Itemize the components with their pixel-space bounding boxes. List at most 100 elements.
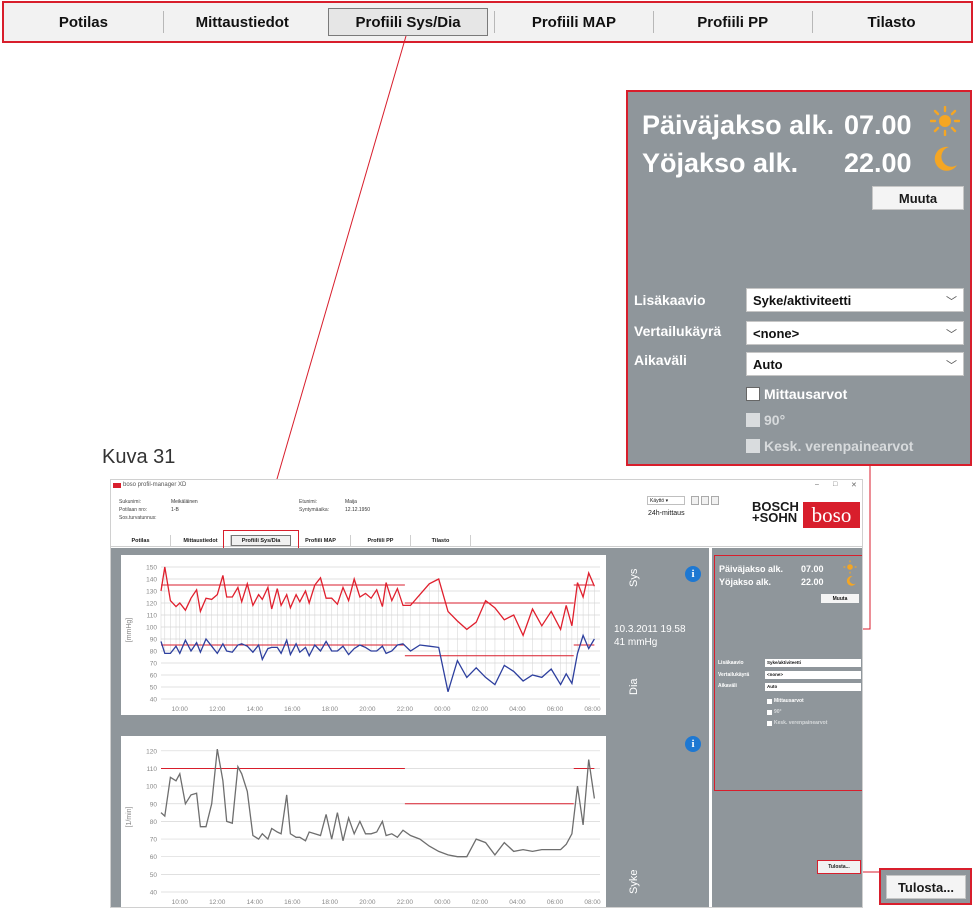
change-button[interactable]: Muuta (872, 186, 964, 210)
zoomed-print-callout: Tulosta... (879, 868, 972, 905)
print-button[interactable]: Tulosta... (886, 875, 966, 899)
extra-chart-label: Lisäkaavio (634, 292, 706, 308)
y-tick-label: 40 (150, 697, 158, 704)
print-button[interactable]: Tulosta... (817, 860, 861, 874)
ninety-checkbox[interactable]: 90° (767, 709, 782, 715)
checkbox-box[interactable] (746, 413, 760, 427)
x-tick-label: 12:00 (209, 706, 226, 713)
minimize-icon[interactable]: – (815, 481, 819, 488)
app-tab-profiili-pp[interactable]: Profiili PP (351, 535, 411, 546)
moon-icon (846, 576, 856, 586)
maximize-icon[interactable]: □ (833, 481, 837, 488)
interval-select[interactable]: Auto ﹀ (746, 352, 964, 376)
ninety-checkbox[interactable]: 90° (746, 412, 785, 428)
export-icon[interactable] (701, 496, 709, 505)
tab-mittaustiedot[interactable]: Mittaustiedot (162, 3, 322, 41)
night-period-time: 22.00 (844, 148, 912, 178)
x-tick-label: 06:00 (547, 706, 564, 713)
y-tick-label: 120 (146, 601, 157, 608)
figure-caption: Kuva 31 (102, 446, 176, 468)
checkbox-box[interactable] (746, 439, 760, 453)
patient-no-label: Potilaan nro: (119, 507, 148, 513)
close-icon[interactable]: ✕ (851, 481, 857, 489)
y-tick-label: 100 (146, 784, 157, 791)
tab-profiili-map[interactable]: Profiili MAP (494, 3, 653, 41)
settings-panel: Päiväjakso alk. 07.00 Yöjakso alk. 22.00… (714, 555, 862, 791)
x-tick-label: 16:00 (284, 706, 301, 713)
app-tab-profiili-map[interactable]: Profiili MAP (291, 535, 351, 546)
zoomed-tab-bar: Potilas Mittaustiedot Profiili Sys/Dia P… (2, 1, 973, 43)
bosch-sohn-logo: BOSCH +SOHN (752, 500, 799, 524)
x-tick-label: 14:00 (247, 899, 264, 906)
night-period-label: Yöjakso alk. (719, 577, 772, 587)
sys-label: Sys (628, 568, 640, 587)
app-tab-tilasto[interactable]: Tilasto (411, 535, 471, 546)
app-tab-potilas[interactable]: Potilas (111, 535, 171, 546)
heart-rate-chart: 40 50 60 70 80 90 100 110 120 10:00 12:00 14:00 16:0… (121, 736, 606, 907)
extra-chart-select[interactable]: Syke/aktiviteetti (765, 659, 861, 667)
tab-tilasto[interactable]: Tilasto (812, 3, 971, 41)
measurement-mode: 24h-mittaus (648, 510, 685, 517)
day-period-time: 07.00 (844, 110, 912, 140)
x-tick-label: 04:00 (509, 899, 526, 906)
tab-potilas[interactable]: Potilas (4, 3, 163, 41)
checkbox-box[interactable] (767, 720, 772, 726)
checkbox-box[interactable] (767, 709, 772, 715)
ninety-checkbox-label: 90° (764, 412, 786, 428)
chevron-down-icon: ﹀ (946, 360, 957, 372)
blood-pressure-chart: 40 50 60 70 80 90 100 110 120 130 140 150 10:00 12:00… (121, 555, 606, 715)
interval-select[interactable]: Auto (765, 683, 861, 691)
print-preview-icon[interactable] (691, 496, 699, 505)
x-tick-label: 08:00 (584, 706, 601, 713)
callout-line-tab (262, 35, 407, 528)
y-tick-label: 140 (146, 577, 157, 584)
tab-profiili-pp[interactable]: Profiili PP (653, 3, 812, 41)
interval-label: Aikaväli (718, 683, 737, 689)
app-tab-mittaustiedot[interactable]: Mittaustiedot (171, 535, 231, 546)
compare-curve-select[interactable]: <none> ﹀ (746, 321, 964, 345)
x-tick-label: 20:00 (359, 899, 376, 906)
values-checkbox[interactable]: Mittausarvot (746, 386, 847, 402)
series-line-hr (160, 748, 596, 858)
y-tick-label: 110 (147, 766, 158, 773)
x-tick-label: 10:00 (172, 706, 189, 713)
mean-bp-checkbox[interactable]: Kesk. verenpainearvot (767, 720, 827, 726)
checkbox-box[interactable] (767, 698, 772, 704)
extra-chart-select[interactable]: Syke/aktiviteetti ﹀ (746, 288, 964, 312)
extra-chart-label: Lisäkaavio (718, 660, 744, 666)
y-tick-label: 50 (150, 685, 158, 692)
chevron-down-icon: ﹀ (946, 329, 957, 341)
zoomed-settings-panel: Päiväjakso alk. 07.00 Yöjakso alk. 22.00… (626, 90, 972, 466)
syke-label: Syke (628, 869, 640, 894)
values-checkbox[interactable]: Mittausarvot (767, 698, 804, 704)
compare-curve-label: Vertailukäyrä (634, 323, 722, 339)
surname-label: Sukunimi: (119, 499, 141, 505)
extra-chart-value: Syke/aktiviteetti (753, 292, 852, 308)
ssn-label: Sos.turvatunnus: (119, 515, 157, 521)
change-button[interactable]: Muuta (821, 594, 859, 603)
birthdate-label: Syntymäaika: (299, 507, 330, 513)
interval-value: Auto (753, 356, 783, 372)
compare-curve-select[interactable]: <none> (765, 671, 861, 679)
y-tick-label: 90 (150, 637, 158, 644)
info-icon[interactable]: i (685, 736, 701, 752)
user-select[interactable]: Käyttö ▾ (647, 496, 685, 505)
info-icon[interactable]: i (685, 566, 701, 582)
x-tick-label: 10:00 (172, 899, 189, 906)
checkbox-box[interactable] (746, 387, 760, 401)
y-tick-label: 80 (150, 819, 158, 826)
tab-profiili-sys-dia[interactable]: Profiili Sys/Dia (327, 8, 489, 36)
x-tick-label: 02:00 (472, 706, 489, 713)
x-tick-label: 16:00 (284, 899, 301, 906)
readout-time: 10.3.2011 19.58 (614, 624, 686, 635)
mean-bp-checkbox[interactable]: Kesk. verenpainearvot (746, 438, 913, 454)
app-logo-icon (113, 483, 121, 488)
x-tick-label: 14:00 (247, 706, 264, 713)
title-bar: boso profil-manager XD – □ ✕ (111, 480, 862, 492)
y-tick-label: 50 (150, 872, 158, 879)
pdf-icon[interactable] (711, 496, 719, 505)
birthdate-value: 12.12.1950 (345, 507, 371, 513)
cursor-readout: 10.3.2011 19.58 41 mmHg (614, 623, 686, 649)
day-period-label: Päiväjakso alk. (642, 110, 835, 140)
area-divider (709, 548, 712, 907)
